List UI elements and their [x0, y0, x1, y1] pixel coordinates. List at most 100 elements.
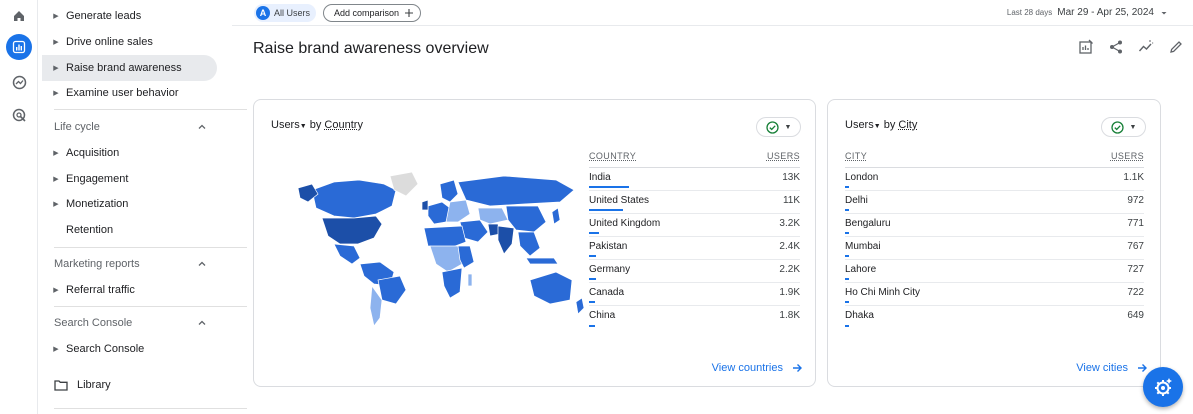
nav-item-drive-online-sales[interactable]: ▶ Drive online sales [42, 29, 217, 55]
users-by-city-card: Users▼ by City ▼ CITY USERS London 1.1K De… [827, 99, 1161, 387]
row-value: 11K [782, 194, 800, 206]
section-search-console-header[interactable]: Search Console [54, 312, 207, 334]
insights-icon[interactable] [1137, 38, 1155, 56]
nav-item-label: Library [77, 379, 111, 391]
add-comparison-label: Add comparison [334, 8, 400, 18]
row-name: Germany [589, 263, 631, 275]
table-row[interactable]: Canada 1.9K [589, 283, 800, 306]
row-value: 3.2K [779, 217, 800, 229]
comparison-status-chip[interactable]: ▼ [756, 117, 801, 137]
nav-item-referral-traffic[interactable]: ▶ Referral traffic [42, 277, 217, 303]
row-name: London [845, 171, 879, 183]
section-marketing-header[interactable]: Marketing reports [54, 253, 207, 275]
expand-arrow-icon: ▶ [53, 90, 59, 97]
nav-item-monetization[interactable]: ▶ Monetization [42, 191, 217, 217]
column-header-users[interactable]: USERS [1111, 151, 1144, 167]
nav-item-generate-leads[interactable]: ▶ Generate leads [42, 3, 217, 29]
nav-divider [54, 306, 247, 307]
nav-item-retention[interactable]: Retention [42, 217, 217, 243]
share-bar [845, 209, 849, 211]
nav-item-engagement[interactable]: ▶ Engagement [42, 166, 217, 192]
share-bar [589, 301, 595, 303]
row-value: 2.4K [779, 240, 800, 252]
map-region-united-kingdom [421, 199, 429, 211]
table-row[interactable]: Lahore 727 [845, 260, 1144, 283]
caret-down-icon: ▼ [784, 123, 792, 131]
table-row[interactable]: Pakistan 2.4K [589, 237, 800, 260]
share-icon[interactable] [1107, 38, 1125, 56]
map-region-india [497, 225, 515, 255]
reports-icon[interactable] [6, 34, 32, 60]
table-row[interactable]: United Kingdom 3.2K [589, 214, 800, 237]
home-icon[interactable] [9, 6, 29, 26]
date-range-hint: Last 28 days [1006, 8, 1053, 17]
expand-arrow-icon: ▶ [53, 150, 59, 157]
segment-chip[interactable]: A All Users [254, 4, 317, 22]
nav-item-label: Search Console [66, 343, 145, 355]
advertising-icon[interactable] [9, 105, 29, 125]
add-comparison-button[interactable]: Add comparison [323, 4, 422, 22]
nav-item-raise-brand-awareness[interactable]: ▶ Raise brand awareness [42, 55, 217, 81]
nav-divider [54, 247, 247, 248]
share-bar [589, 255, 597, 257]
caret-down-icon: ▼ [1129, 123, 1137, 131]
map-region-new-zealand [575, 297, 585, 315]
nav-item-examine-user-behavior[interactable]: ▶ Examine user behavior [42, 80, 217, 106]
icon-rail [0, 0, 38, 414]
table-row[interactable]: Germany 2.2K [589, 260, 800, 283]
expand-arrow-icon: ▶ [53, 176, 59, 183]
table-row[interactable]: Delhi 972 [845, 191, 1144, 214]
row-name: Mumbai [845, 240, 881, 252]
table-row[interactable]: London 1.1K [845, 168, 1144, 191]
nav-divider [54, 408, 247, 409]
table-row[interactable]: Ho Chi Minh City 722 [845, 283, 1144, 306]
world-map[interactable] [294, 168, 586, 328]
row-value: 771 [1127, 217, 1144, 229]
comparison-status-chip[interactable]: ▼ [1101, 117, 1146, 137]
share-bar [589, 232, 599, 234]
date-range-picker[interactable]: Last 28 days Mar 29 - Apr 25, 2024 [1007, 7, 1169, 18]
caret-down-icon: ▼ [299, 123, 307, 130]
reports-nav: ▶ Generate leads ▶ Drive online sales ▶ … [38, 0, 247, 414]
arrow-right-icon [793, 364, 802, 372]
column-header-users[interactable]: USERS [767, 151, 800, 167]
metric-selector[interactable]: Users [271, 119, 300, 131]
table-row[interactable]: Dhaka 649 [845, 306, 1144, 329]
map-region-australia [529, 271, 573, 305]
check-circle-icon [1110, 120, 1124, 134]
by-label: by [309, 119, 322, 131]
row-value: 1.1K [1123, 171, 1144, 183]
nav-item-acquisition[interactable]: ▶ Acquisition [42, 140, 217, 166]
city-table: CITY USERS London 1.1K Delhi 972 Bengaluru 77… [845, 151, 1144, 329]
row-name: Delhi [845, 194, 868, 206]
row-value: 972 [1127, 194, 1144, 206]
share-bar [845, 301, 849, 303]
table-row[interactable]: United States 11K [589, 191, 800, 214]
share-bar [845, 255, 849, 257]
map-region-europe-east [445, 199, 471, 223]
nav-item-search-console[interactable]: ▶ Search Console [42, 336, 217, 362]
share-bar [845, 278, 849, 280]
view-cities-link[interactable]: View cities [1076, 362, 1148, 374]
row-name: Ho Chi Minh City [845, 286, 921, 298]
table-row[interactable]: Mumbai 767 [845, 237, 1144, 260]
view-countries-link[interactable]: View countries [712, 362, 803, 374]
section-title: Life cycle [54, 121, 100, 133]
explore-icon[interactable] [9, 72, 29, 92]
arrow-right-icon [1138, 364, 1147, 372]
comparison-bar: A All Users Add comparison Last 28 days … [232, 0, 1193, 26]
nav-item-label: Retention [66, 224, 114, 236]
date-range-value: Mar 29 - Apr 25, 2024 [1057, 7, 1154, 18]
expand-arrow-icon: ▶ [53, 65, 59, 72]
table-row[interactable]: Bengaluru 771 [845, 214, 1144, 237]
insights-assistant-button[interactable] [1143, 367, 1183, 407]
edit-icon[interactable] [1167, 38, 1185, 56]
column-header-city[interactable]: CITY [845, 151, 867, 167]
table-row[interactable]: India 13K [589, 168, 800, 191]
table-row[interactable]: China 1.8K [589, 306, 800, 329]
section-lifecycle-header[interactable]: Life cycle [54, 116, 207, 138]
customize-report-icon[interactable] [1077, 38, 1095, 56]
column-header-country[interactable]: COUNTRY [589, 151, 636, 167]
metric-selector[interactable]: Users [845, 119, 874, 131]
nav-item-library[interactable]: Library [42, 372, 217, 398]
